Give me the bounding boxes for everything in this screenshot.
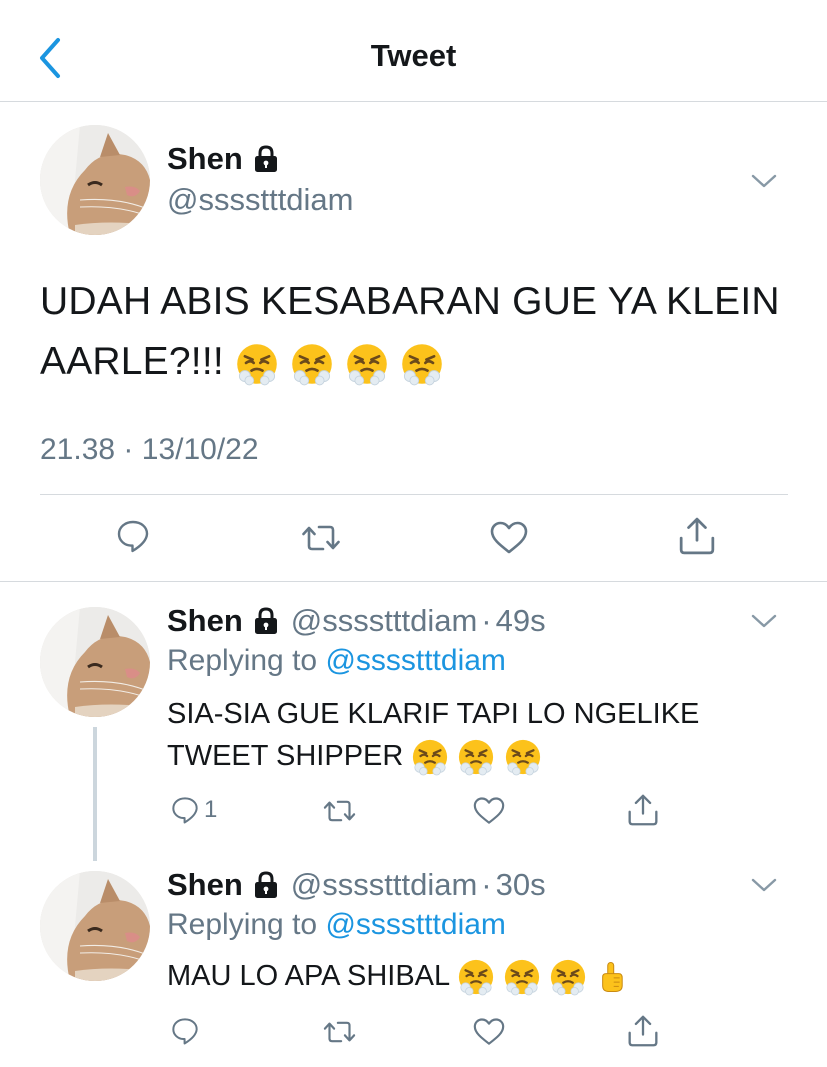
tweet-date: 13/10/22 <box>141 433 259 466</box>
chevron-down-icon[interactable] <box>750 876 778 894</box>
avatar[interactable] <box>40 607 150 717</box>
separator: · <box>481 603 492 638</box>
separator: · <box>481 867 492 902</box>
author-name[interactable]: Shen <box>167 141 243 177</box>
reply-button[interactable] <box>115 518 151 554</box>
face-with-steam-icon <box>503 958 541 996</box>
author-handle[interactable]: @sssstttdiam <box>291 867 478 903</box>
face-with-steam-icon <box>235 342 279 386</box>
replying-label: Replying to <box>167 644 318 677</box>
cat-avatar-image <box>40 871 150 981</box>
reply-header: Shen @sssstttdiam · 49s <box>167 603 546 639</box>
author-handle[interactable]: @sssstttdiam <box>167 182 354 218</box>
reply-text: SIA-SIA GUE KLARIF TAPI LO NGELIKE TWEET… <box>167 693 787 777</box>
reply-button[interactable]: 1 <box>170 795 217 825</box>
retweet-button[interactable] <box>300 520 342 556</box>
share-icon <box>678 517 716 555</box>
share-icon <box>627 1015 659 1047</box>
page-title: Tweet <box>370 38 457 73</box>
like-button[interactable] <box>472 796 506 826</box>
share-button[interactable] <box>627 1015 659 1047</box>
author-handle[interactable]: @sssstttdiam <box>291 603 478 639</box>
share-button[interactable] <box>678 517 716 555</box>
reply-time[interactable]: 49s <box>496 603 546 639</box>
tweet-text: UDAH ABIS KESABARAN GUE YA KLEIN AARLE?!… <box>40 272 800 392</box>
retweet-icon <box>322 796 357 826</box>
reply-header: Shen @sssstttdiam · 30s <box>167 867 546 903</box>
share-icon <box>627 794 659 826</box>
author-handle-row: @sssstttdiam <box>167 182 354 218</box>
heart-icon <box>472 796 506 826</box>
reply-text: MAU LO APA SHIBAL <box>167 955 787 997</box>
replying-to: Replying to @sssstttdiam <box>167 644 506 678</box>
replying-handle-link[interactable]: @sssstttdiam <box>325 644 505 677</box>
reply-icon <box>170 1016 200 1046</box>
reply-text-line: TWEET SHIPPER <box>167 740 404 772</box>
reply-button[interactable] <box>170 1016 204 1046</box>
meta-separator: · <box>123 433 134 466</box>
cat-avatar-image <box>40 125 150 235</box>
author-name[interactable]: Shen <box>167 603 243 639</box>
lock-icon <box>253 607 279 635</box>
face-with-steam-icon <box>411 738 449 776</box>
avatar[interactable] <box>40 871 150 981</box>
divider <box>40 494 788 495</box>
retweet-icon <box>300 520 342 556</box>
tweet-timestamp: 21.38 · 13/10/22 <box>40 433 259 467</box>
face-with-steam-icon <box>457 958 495 996</box>
like-button[interactable] <box>472 1017 506 1047</box>
replying-label: Replying to <box>167 908 318 941</box>
top-bar: Tweet <box>0 0 827 102</box>
author-name[interactable]: Shen <box>167 867 243 903</box>
divider <box>0 581 827 582</box>
retweet-icon <box>322 1017 357 1047</box>
heart-icon <box>472 1017 506 1047</box>
face-with-steam-icon <box>400 342 444 386</box>
heart-icon <box>489 520 529 556</box>
lock-icon <box>253 145 279 173</box>
lock-icon <box>253 871 279 899</box>
reply-text-line: MAU LO APA SHIBAL <box>167 960 450 992</box>
retweet-button[interactable] <box>322 796 357 826</box>
replying-handle-link[interactable]: @sssstttdiam <box>325 908 505 941</box>
share-button[interactable] <box>627 794 659 826</box>
face-with-steam-icon <box>504 738 542 776</box>
face-with-steam-icon <box>457 738 495 776</box>
face-with-steam-icon <box>290 342 334 386</box>
chevron-down-icon[interactable] <box>750 612 778 630</box>
author-name-row: Shen <box>167 141 279 177</box>
chevron-down-icon[interactable] <box>750 172 778 190</box>
reply-time[interactable]: 30s <box>496 867 546 903</box>
face-with-steam-icon <box>345 342 389 386</box>
pointing-up-icon <box>595 958 629 996</box>
reply-icon <box>115 518 151 554</box>
thread-connector <box>93 727 97 861</box>
reply-text-line-2: TWEET SHIPPER <box>167 735 787 777</box>
cat-avatar-image <box>40 607 150 717</box>
tweet-time: 21.38 <box>40 433 116 466</box>
face-with-steam-icon <box>549 958 587 996</box>
avatar[interactable] <box>40 125 150 235</box>
reply-icon <box>170 795 200 825</box>
reply-count: 1 <box>204 796 218 823</box>
replying-to: Replying to @sssstttdiam <box>167 908 506 942</box>
retweet-button[interactable] <box>322 1017 357 1047</box>
reply-text-line: SIA-SIA GUE KLARIF TAPI LO NGELIKE <box>167 698 700 730</box>
like-button[interactable] <box>489 520 529 556</box>
